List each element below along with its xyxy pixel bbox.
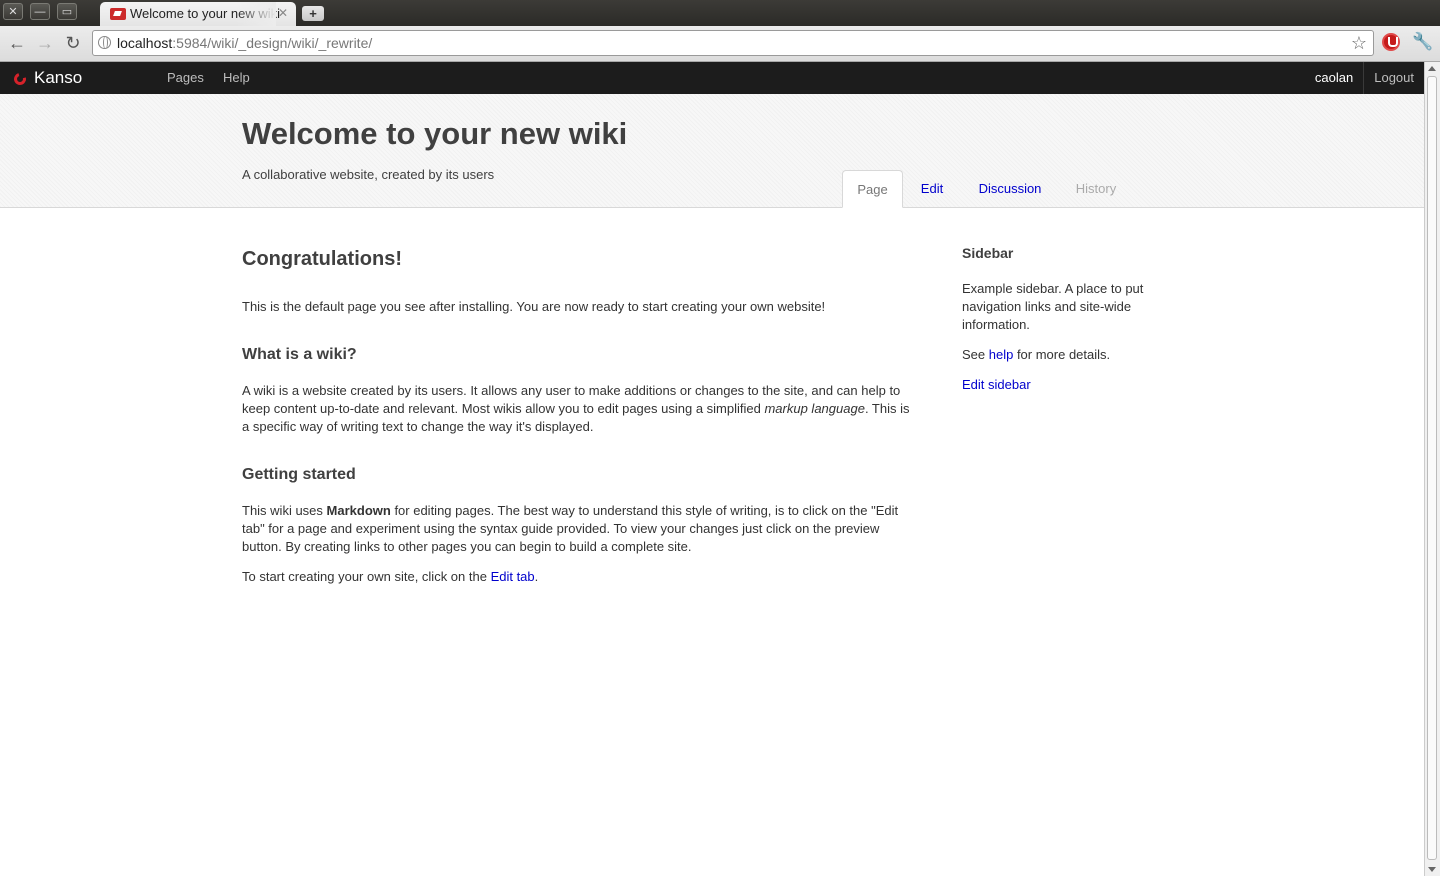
url-host: localhost xyxy=(117,35,173,51)
tab-edit[interactable]: Edit xyxy=(916,170,948,208)
see-text: See xyxy=(962,347,989,362)
page-header: Welcome to your new wiki A collaborative… xyxy=(0,94,1424,208)
intro-paragraph: This is the default page you see after i… xyxy=(242,299,826,314)
logout-link[interactable]: Logout xyxy=(1364,62,1424,94)
nav-help-link[interactable]: Help xyxy=(223,70,250,85)
kanso-logo-icon xyxy=(11,70,29,88)
window-titlebar: ✕ — ▭ Welcome to your new wiki ✕ + xyxy=(0,0,1440,26)
bookmark-star-icon[interactable]: ☆ xyxy=(1351,31,1367,55)
page-subtitle: A collaborative website, created by its … xyxy=(242,167,495,182)
window-close-button[interactable]: ✕ xyxy=(3,3,23,20)
tab-close-icon[interactable]: ✕ xyxy=(278,6,288,20)
markdown-strong: Markdown xyxy=(326,503,391,518)
tab-history: History xyxy=(1075,181,1117,196)
getting-started-paragraph: This wiki uses Markdown for editing page… xyxy=(242,502,910,556)
edit-sidebar-line: Edit sidebar xyxy=(962,376,1162,394)
globe-icon xyxy=(98,36,111,49)
last-text-b: . xyxy=(534,569,539,584)
back-arrow-icon[interactable]: ← xyxy=(6,32,28,54)
sidebar-help-line: See help for more details. xyxy=(962,346,1162,364)
wiki-paragraph: A wiki is a website created by its users… xyxy=(242,382,910,436)
last-text-a: To start creating your own site, click o… xyxy=(242,569,491,584)
reload-icon[interactable]: ↻ xyxy=(62,32,84,54)
page-viewport: Kanso Pages Help caolan Logout Welcome t… xyxy=(0,62,1424,876)
scrollbar-thumb[interactable] xyxy=(1427,76,1437,860)
extension-power-icon[interactable] xyxy=(1382,33,1400,51)
window-maximize-button[interactable]: ▭ xyxy=(57,3,77,20)
start-text-a: This wiki uses xyxy=(242,503,327,518)
markup-language-emphasis: markup language xyxy=(764,401,865,416)
browser-tab-active[interactable]: Welcome to your new wiki ✕ xyxy=(100,2,296,26)
congratulations-heading: Congratulations! xyxy=(242,248,402,270)
window-minimize-button[interactable]: — xyxy=(30,3,50,20)
browser-toolbar: ← → ↻ localhost:5984/wiki/_design/wiki/_… xyxy=(0,26,1440,62)
edit-sidebar-link[interactable]: Edit sidebar xyxy=(962,377,1031,392)
vertical-scrollbar[interactable] xyxy=(1424,62,1440,876)
username-link[interactable]: caolan xyxy=(1305,62,1365,94)
sidebar-description: Example sidebar. A place to put navigati… xyxy=(962,281,1144,332)
url-path: :5984/wiki/_design/wiki/_rewrite/ xyxy=(172,35,373,51)
what-is-wiki-heading: What is a wiki? xyxy=(242,346,357,363)
new-tab-button[interactable]: + xyxy=(302,6,324,21)
page-title: Welcome to your new wiki xyxy=(242,116,628,151)
scroll-up-arrow-icon[interactable] xyxy=(1428,66,1436,71)
sidebar-title: Sidebar xyxy=(962,245,1014,261)
tab-discussion[interactable]: Discussion xyxy=(976,170,1044,208)
wrench-menu-icon[interactable]: 🔧 xyxy=(1412,32,1433,52)
more-details-text: for more details. xyxy=(1013,347,1111,362)
kanso-topbar: Kanso Pages Help caolan Logout xyxy=(0,62,1424,94)
nav-pages-link[interactable]: Pages xyxy=(167,70,204,85)
address-bar[interactable]: localhost:5984/wiki/_design/wiki/_rewrit… xyxy=(92,30,1374,56)
brand-label: Kanso xyxy=(34,68,83,87)
forward-arrow-icon[interactable]: → xyxy=(34,32,56,54)
sidebar-help-link[interactable]: help xyxy=(989,347,1014,362)
tab-page[interactable]: Page xyxy=(842,170,903,208)
edit-tab-link[interactable]: Edit tab xyxy=(491,569,535,584)
scroll-down-arrow-icon[interactable] xyxy=(1428,867,1436,872)
getting-started-heading: Getting started xyxy=(242,466,356,483)
kanso-brand[interactable]: Kanso xyxy=(11,67,83,89)
kanso-favicon-icon xyxy=(110,8,126,20)
start-creating-paragraph: To start creating your own site, click o… xyxy=(242,568,910,586)
